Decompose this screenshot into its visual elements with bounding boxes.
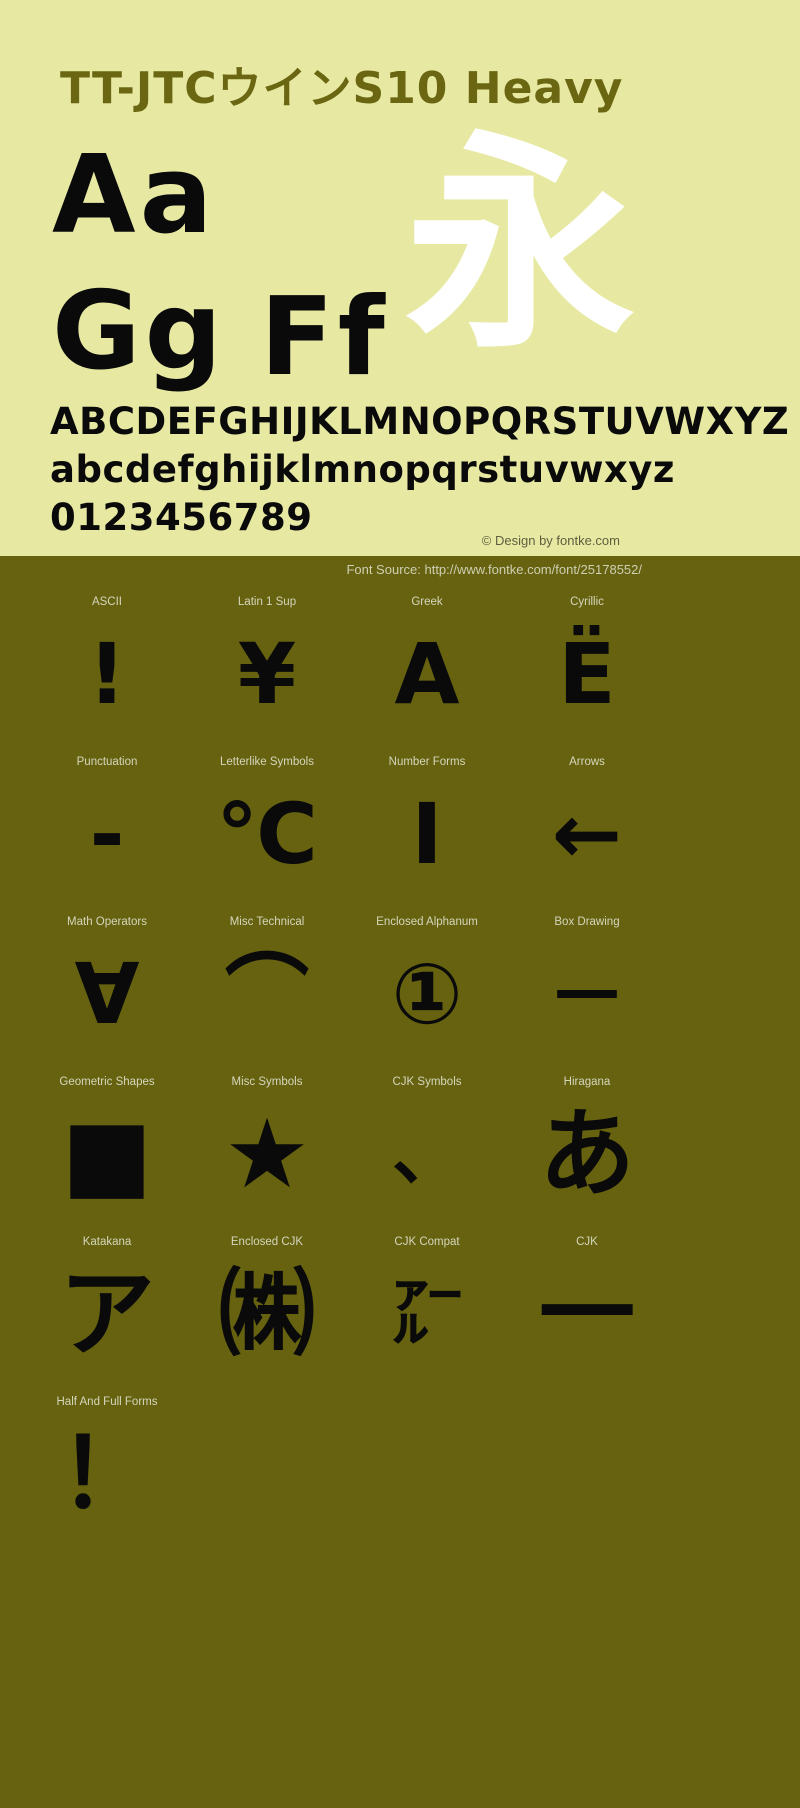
unicode-block-row: Geometric Shapes ■ Misc Symbols ★ CJK Symbol… bbox=[0, 1066, 700, 1226]
sample-letter-pair-aa: Aa bbox=[52, 133, 217, 258]
unicode-block-label: Misc Technical bbox=[229, 916, 305, 928]
unicode-block-label: Half And Full Forms bbox=[56, 1396, 158, 1408]
cjk-sample-glyph: 永 bbox=[405, 113, 636, 380]
unicode-block-cell[interactable]: Cyrillic Ё bbox=[507, 586, 667, 746]
unicode-block-glyph: ① bbox=[391, 945, 463, 1043]
unicode-block-label: Cyrillic bbox=[570, 596, 604, 608]
unicode-block-label: ASCII bbox=[91, 596, 123, 608]
unicode-block-label: Enclosed Alphanum bbox=[376, 916, 478, 928]
unicode-block-label: Enclosed CJK bbox=[230, 1236, 304, 1248]
unicode-block-cell[interactable]: Box Drawing ─ bbox=[507, 906, 667, 1066]
lowercase-alphabet: abcdefghijklmnopqrstuvwxyz bbox=[50, 448, 675, 491]
unicode-block-cell[interactable]: Arrows ← bbox=[507, 746, 667, 906]
unicode-block-glyph: Ё bbox=[558, 625, 616, 723]
unicode-block-cell[interactable]: Latin 1 Sup ¥ bbox=[187, 586, 347, 746]
unicode-block-label: Punctuation bbox=[76, 756, 138, 768]
unicode-block-cell[interactable]: ASCII! bbox=[27, 586, 187, 746]
unicode-block-label: Number Forms bbox=[388, 756, 466, 768]
design-credit: © Design by fontke.com bbox=[481, 533, 620, 548]
unicode-block-glyph: ■ bbox=[61, 1098, 153, 1210]
unicode-block-label: Geometric Shapes bbox=[59, 1076, 155, 1088]
uppercase-alphabet: ABCDEFGHIJKLMNOPQRSTUVWXYZ bbox=[50, 400, 790, 443]
unicode-block-row: Katakana ア Enclosed CJK ㈱ CJK Compat ㌃ CJK 一 bbox=[0, 1226, 700, 1386]
unicode-block-glyph: ⌒ bbox=[224, 945, 309, 1043]
unicode-block-label: Box Drawing bbox=[554, 916, 620, 928]
unicode-block-label: Misc Symbols bbox=[231, 1076, 303, 1088]
unicode-block-cell[interactable]: Enclosed Alphanum ① bbox=[347, 906, 507, 1066]
unicode-block-label: Letterlike Symbols bbox=[220, 756, 314, 768]
unicode-block-glyph: あ bbox=[539, 1098, 635, 1210]
unicode-block-row: Math Operators ∀ Misc Technical ⌒ Enclosed A… bbox=[0, 906, 700, 1066]
unicode-block-glyph: ← bbox=[551, 785, 623, 883]
unicode-block-grid: ASCII! Latin 1 Sup ¥ Greek Α Cyrillic Ё Punctua… bbox=[0, 586, 700, 1546]
specimen-top-panel: TT-JTCウインS10 Heavy Aa Ff Gg Qq 永 ABCDEFG… bbox=[0, 0, 800, 556]
unicode-block-glyph: ‐ bbox=[89, 785, 125, 883]
unicode-block-cell[interactable]: Misc Symbols ★ bbox=[187, 1066, 347, 1226]
specimen-bottom-panel: Font Source: http://www.fontke.com/font/… bbox=[0, 556, 800, 1808]
unicode-block-glyph: ㌃ bbox=[392, 1273, 462, 1355]
unicode-block-glyph: ! bbox=[87, 625, 127, 723]
unicode-block-cell[interactable]: Enclosed CJK ㈱ bbox=[187, 1226, 347, 1386]
unicode-block-label: Hiragana bbox=[563, 1076, 611, 1088]
sample-row-2: Gg Qq bbox=[52, 278, 433, 557]
unicode-block-glyph: ア bbox=[59, 1258, 155, 1370]
unicode-block-glyph: ¥ bbox=[237, 625, 297, 723]
unicode-block-cell[interactable]: Math Operators ∀ bbox=[27, 906, 187, 1066]
unicode-block-label: Arrows bbox=[569, 756, 605, 768]
unicode-block-label: CJK Symbols bbox=[392, 1076, 462, 1088]
unicode-block-glyph: ℃ bbox=[216, 785, 318, 883]
unicode-block-glyph: ★ bbox=[223, 1098, 311, 1210]
unicode-block-glyph: 、 bbox=[392, 1113, 462, 1195]
unicode-block-row: Half And Full Forms ！ bbox=[0, 1386, 700, 1546]
digits-row: 0123456789 bbox=[50, 496, 313, 539]
unicode-block-cell[interactable]: CJK 一 bbox=[507, 1226, 667, 1386]
sample-row-1: Aa Ff bbox=[52, 142, 385, 392]
unicode-block-cell[interactable]: Geometric Shapes ■ bbox=[27, 1066, 187, 1226]
unicode-block-glyph: ∀ bbox=[74, 945, 140, 1043]
unicode-block-glyph: 一 bbox=[539, 1258, 635, 1370]
unicode-block-cell[interactable]: Half And Full Forms ！ bbox=[27, 1386, 187, 1546]
unicode-block-cell[interactable]: Greek Α bbox=[347, 586, 507, 746]
unicode-block-cell[interactable]: Hiragana あ bbox=[507, 1066, 667, 1226]
unicode-block-glyph: ─ bbox=[558, 938, 616, 1050]
unicode-block-glyph: Ⅰ bbox=[411, 785, 443, 883]
unicode-block-glyph: ㈱ bbox=[219, 1258, 315, 1370]
unicode-block-glyph: Α bbox=[394, 625, 460, 723]
unicode-block-glyph: ！ bbox=[59, 1418, 155, 1530]
unicode-block-label: CJK Compat bbox=[394, 1236, 460, 1248]
sample-letter-pair-ff: Ff bbox=[260, 275, 389, 400]
unicode-block-cell[interactable]: CJK Symbols 、 bbox=[347, 1066, 507, 1226]
unicode-block-label: Math Operators bbox=[67, 916, 147, 928]
unicode-block-label: Greek bbox=[411, 596, 443, 608]
unicode-block-label: Latin 1 Sup bbox=[237, 596, 297, 608]
unicode-block-label: Katakana bbox=[82, 1236, 132, 1248]
unicode-block-label: CJK bbox=[576, 1236, 598, 1248]
font-source-link[interactable]: Font Source: http://www.fontke.com/font/… bbox=[346, 562, 642, 577]
unicode-block-cell[interactable]: Punctuation ‐ bbox=[27, 746, 187, 906]
unicode-block-row: Punctuation ‐ Letterlike Symbols ℃ Number Fo… bbox=[0, 746, 700, 906]
font-title: TT-JTCウインS10 Heavy bbox=[60, 63, 624, 114]
sample-letter-pair-gg: Gg bbox=[52, 269, 226, 394]
unicode-block-cell[interactable]: Letterlike Symbols ℃ bbox=[187, 746, 347, 906]
unicode-block-row: ASCII! Latin 1 Sup ¥ Greek Α Cyrillic Ё bbox=[0, 586, 700, 746]
unicode-block-cell[interactable]: CJK Compat ㌃ bbox=[347, 1226, 507, 1386]
unicode-block-cell[interactable]: Misc Technical ⌒ bbox=[187, 906, 347, 1066]
unicode-block-cell[interactable]: Katakana ア bbox=[27, 1226, 187, 1386]
unicode-block-cell[interactable]: Number Forms Ⅰ bbox=[347, 746, 507, 906]
